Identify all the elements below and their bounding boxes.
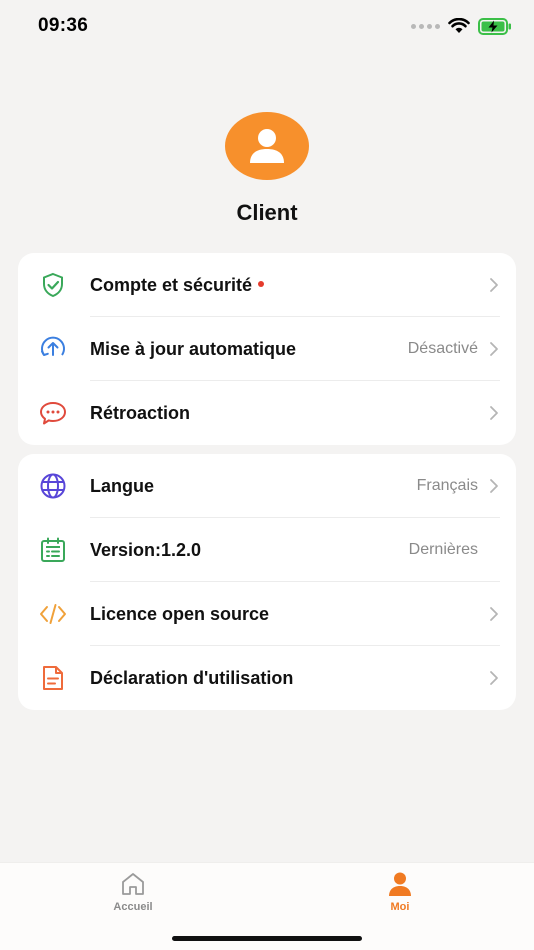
status-bar: 09:36 [0,0,534,50]
chevron-right-icon [490,278,498,292]
document-icon [38,664,68,692]
row-label: Rétroaction [90,402,191,423]
row-label: Compte et sécurité [90,275,265,296]
person-icon [389,872,411,896]
profile-name: Client [236,200,298,225]
row-value: Dernières [408,541,478,558]
row-account-security[interactable]: Compte et sécurité [18,253,516,317]
row-label: Langue [90,475,155,496]
settings-card-account: Compte et sécurité Mise à jour automatiq… [18,253,516,445]
row-version: Version:1.2.0 Dernières [18,518,516,582]
settings-card-app: Langue Français Version:1.2.0 Dernières … [18,454,516,710]
tab-label: Moi [390,901,410,913]
chevron-right-icon [490,342,498,356]
row-language[interactable]: Langue Français [18,454,516,518]
chevron-right-icon [490,607,498,621]
tab-me[interactable]: Moi [340,871,460,913]
chat-bubble-icon [38,399,68,427]
tab-label: Accueil [113,901,153,913]
home-indicator [172,936,362,941]
upload-circle-icon [38,335,68,363]
status-time: 09:36 [38,15,89,36]
chevron-right-icon [490,671,498,685]
code-icon [38,600,68,628]
profile-header: Client [0,112,534,226]
home-icon [122,873,144,895]
row-value: Français [416,477,478,494]
tab-home[interactable]: Accueil [73,871,193,913]
signal-dots-icon [411,23,440,29]
row-auto-update[interactable]: Mise à jour automatique Désactivé [18,317,516,381]
row-label: Déclaration d'utilisation [90,667,294,688]
globe-icon [38,472,68,500]
row-feedback[interactable]: Rétroaction [18,381,516,445]
row-value: Désactivé [407,340,478,357]
wifi-icon [448,18,470,33]
status-icons [411,16,512,36]
row-label: Mise à jour automatique [90,338,297,359]
row-label: Licence open source [90,603,270,624]
calendar-list-icon [38,536,68,564]
notification-dot [258,280,265,287]
shield-check-icon [38,271,68,299]
user-icon [250,129,284,163]
row-open-source-license[interactable]: Licence open source [18,582,516,646]
chevron-right-icon [490,406,498,420]
row-usage-declaration[interactable]: Déclaration d'utilisation [18,646,516,710]
battery-charging-icon [478,17,511,35]
row-label: Version:1.2.0 [90,539,202,560]
chevron-right-icon [490,479,498,493]
avatar[interactable] [225,112,309,180]
